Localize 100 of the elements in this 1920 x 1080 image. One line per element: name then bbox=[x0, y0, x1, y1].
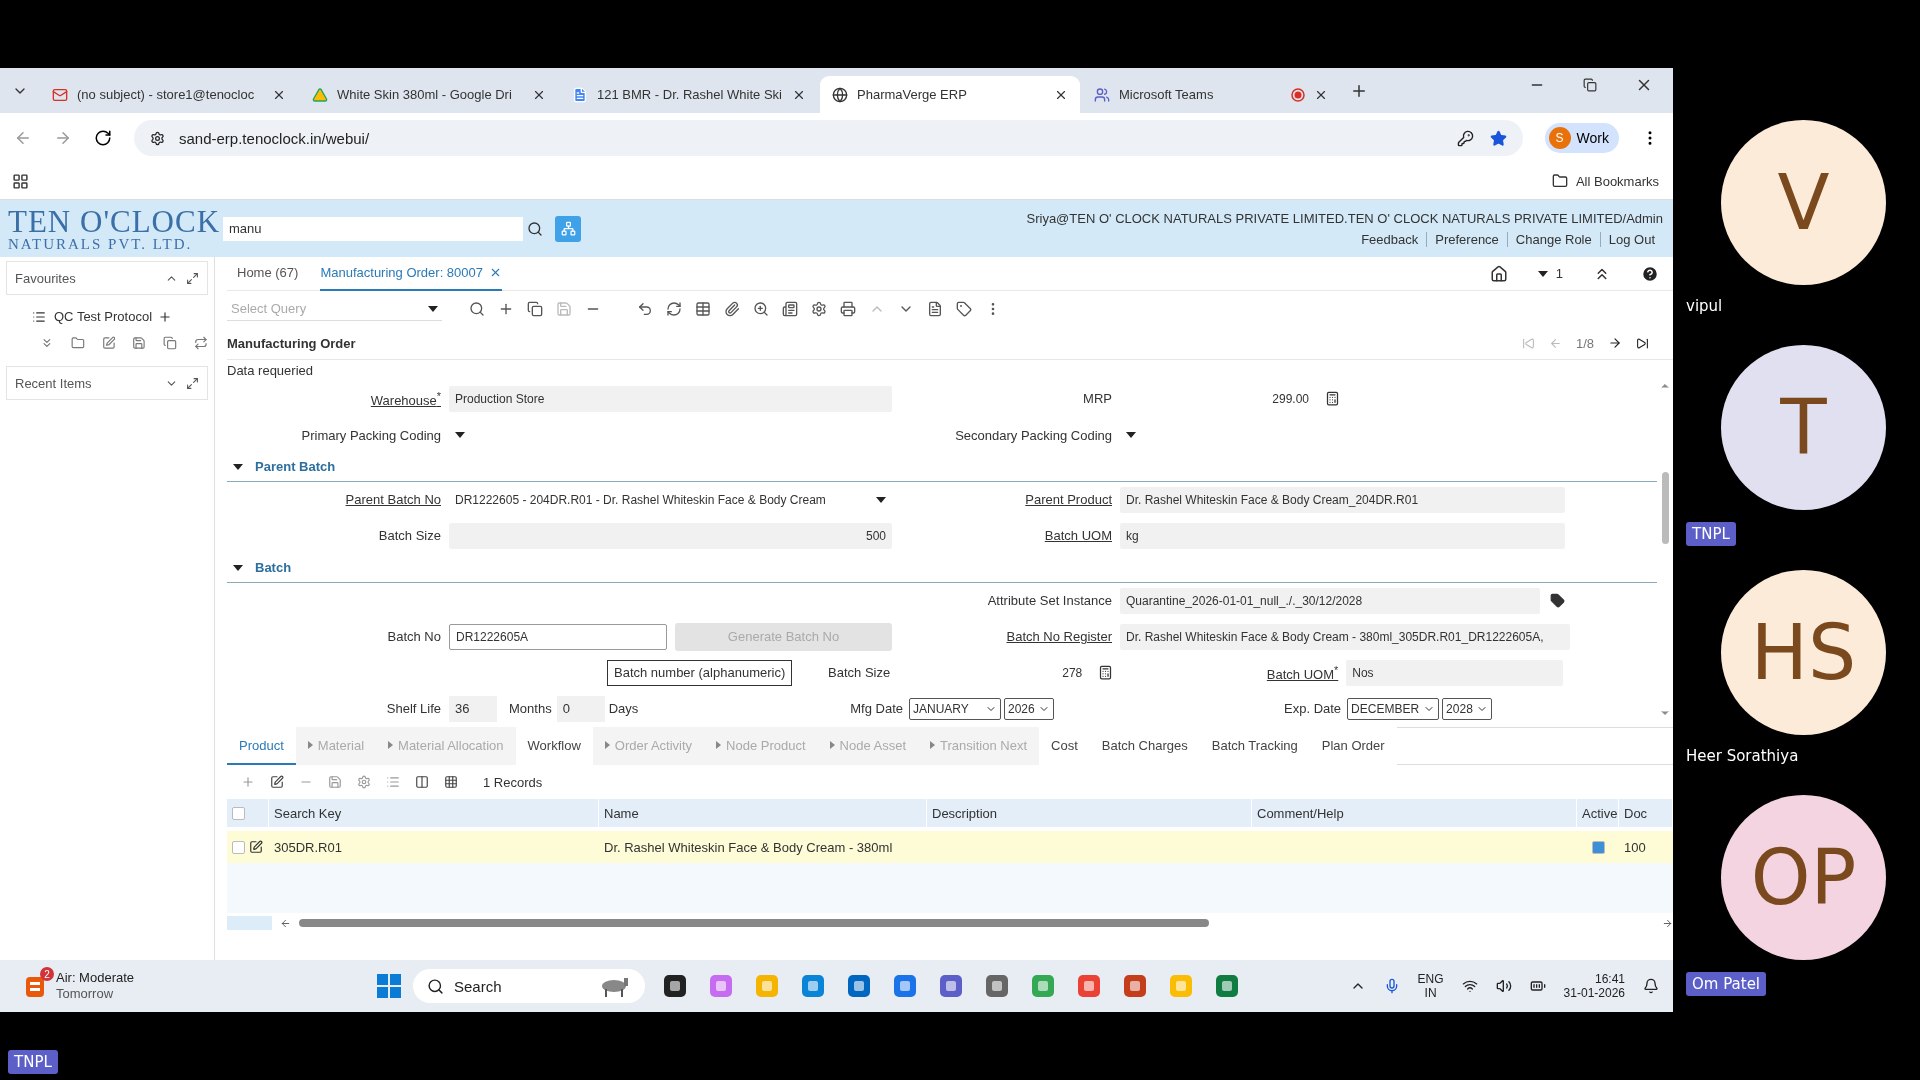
detail-tab[interactable]: Batch Tracking bbox=[1199, 727, 1310, 765]
taskbar-search[interactable]: Search bbox=[413, 969, 645, 1003]
bookmarks-folder[interactable]: All Bookmarks bbox=[1551, 173, 1659, 189]
language-indicator[interactable]: ENG IN bbox=[1417, 971, 1444, 1001]
search-field[interactable]: manu bbox=[223, 216, 523, 241]
repeat-icon[interactable] bbox=[194, 336, 208, 350]
filter-indicator[interactable]: 1 bbox=[1537, 266, 1563, 281]
field-link[interactable]: Warehouse$^{*}$ bbox=[370, 393, 441, 409]
save-icon[interactable] bbox=[328, 775, 342, 789]
section-header[interactable]: Batch bbox=[227, 553, 1657, 583]
notification-icon[interactable] bbox=[1643, 978, 1659, 994]
select-field[interactable]: 2028 bbox=[1442, 697, 1493, 720]
tag-icon[interactable] bbox=[956, 301, 972, 317]
attach-icon[interactable] bbox=[724, 301, 740, 317]
column-header[interactable]: Comment/Help bbox=[1252, 799, 1577, 827]
help-icon[interactable] bbox=[1641, 264, 1659, 283]
expand-icon[interactable] bbox=[186, 376, 199, 390]
scroll-left-icon[interactable] bbox=[280, 917, 291, 929]
home-icon[interactable] bbox=[1489, 264, 1508, 283]
add-icon[interactable] bbox=[498, 301, 514, 317]
field-link[interactable]: Batch UOM$^{*}$ bbox=[1266, 667, 1339, 682]
text-field[interactable]: kg bbox=[1120, 522, 1565, 549]
calculator-icon[interactable] bbox=[1325, 391, 1340, 407]
detail-tab[interactable]: Product bbox=[227, 727, 296, 765]
detail-tab[interactable]: Workflow bbox=[515, 727, 593, 765]
edit-icon[interactable] bbox=[249, 840, 263, 854]
document-icon[interactable] bbox=[927, 301, 943, 317]
checkbox[interactable] bbox=[232, 840, 245, 854]
text-field[interactable]: 500 bbox=[449, 522, 892, 549]
header-link[interactable]: Change Role bbox=[1506, 231, 1600, 247]
detail-tab[interactable]: Cost bbox=[1039, 727, 1090, 765]
apps-icon[interactable] bbox=[12, 172, 29, 190]
window-tab[interactable]: Manufacturing Order: 80007 bbox=[320, 256, 503, 291]
browser-tab[interactable]: White Skin 380ml - Google Dri bbox=[300, 76, 558, 113]
field-link[interactable]: Parent Batch No bbox=[345, 492, 441, 508]
input-field[interactable]: DR1222605A bbox=[449, 623, 667, 650]
header-link[interactable]: Preference bbox=[1426, 231, 1507, 247]
search-icon[interactable] bbox=[469, 301, 485, 317]
star-icon[interactable] bbox=[1489, 129, 1507, 147]
report-icon[interactable] bbox=[782, 301, 798, 317]
edit-icon[interactable] bbox=[270, 775, 284, 789]
browser-tab[interactable]: 121 BMR - Dr. Rashel White Ski bbox=[560, 76, 818, 113]
column-header[interactable]: Active bbox=[1577, 799, 1619, 827]
tag-icon[interactable] bbox=[1550, 593, 1565, 609]
refresh-icon[interactable] bbox=[666, 301, 682, 317]
weather-widget[interactable]: 2 Air: Moderate Tomorrow bbox=[22, 970, 377, 1002]
select-field[interactable]: JANUARY bbox=[909, 697, 1001, 720]
forward-icon[interactable] bbox=[54, 129, 72, 147]
copy-icon[interactable] bbox=[163, 336, 178, 350]
browser-tab[interactable]: Microsoft Teams bbox=[1082, 76, 1340, 113]
back-icon[interactable] bbox=[14, 129, 32, 147]
clock[interactable]: 16:41 31-01-2026 bbox=[1563, 971, 1625, 1001]
field-link[interactable]: Batch UOM bbox=[1044, 528, 1112, 544]
column-header[interactable]: Description bbox=[927, 799, 1252, 827]
select-field[interactable]: DECEMBER bbox=[1347, 697, 1440, 720]
favourite-item[interactable]: QC Test Protocol bbox=[32, 309, 153, 324]
checkbox[interactable] bbox=[232, 806, 245, 820]
field-link[interactable]: Batch No Register bbox=[1006, 629, 1112, 645]
column-header[interactable]: Name bbox=[599, 799, 927, 827]
grid-icon[interactable] bbox=[695, 301, 711, 317]
restore-icon[interactable] bbox=[1583, 77, 1597, 92]
detail-tab[interactable]: Plan Order bbox=[1309, 727, 1397, 765]
text-field[interactable]: Dr. Rashel Whiteskin Face & Body Cream_204DR.R01 bbox=[1120, 486, 1565, 513]
text-field[interactable]: Dr. Rashel Whiteskin Face & Body Cream - 380ml_305DR.R01_DR1222605A, bbox=[1120, 623, 1570, 650]
calculator-icon[interactable] bbox=[1098, 665, 1114, 681]
row-select-cell[interactable] bbox=[227, 831, 269, 863]
save-icon[interactable] bbox=[132, 336, 147, 350]
wifi-icon[interactable] bbox=[1461, 978, 1478, 994]
scrollbar-thumb[interactable] bbox=[1661, 472, 1669, 544]
site-settings-icon[interactable] bbox=[150, 130, 165, 146]
column-header[interactable]: Doc bbox=[1619, 799, 1673, 827]
text-field[interactable]: Production Store bbox=[449, 385, 892, 412]
header-link[interactable]: Log Out bbox=[1599, 231, 1663, 247]
print-icon[interactable] bbox=[840, 301, 856, 317]
column-header[interactable]: Search Key bbox=[269, 799, 599, 827]
browser-tab[interactable]: (no subject) - store1@tenocloc bbox=[40, 76, 298, 113]
zoom-icon[interactable] bbox=[753, 301, 769, 317]
settings-icon[interactable] bbox=[811, 301, 827, 317]
hierarchy-button[interactable] bbox=[555, 215, 581, 242]
detail-tab[interactable]: Batch Charges bbox=[1089, 727, 1200, 765]
text-field[interactable]: Quarantine_2026-01-01_null_./._30/12/2028 bbox=[1120, 587, 1540, 614]
speaker-icon[interactable] bbox=[1495, 978, 1512, 994]
profile-button[interactable]: S Work bbox=[1544, 123, 1619, 153]
window-tab[interactable]: Home (67) bbox=[237, 256, 299, 291]
field-link[interactable]: Parent Product bbox=[1025, 492, 1112, 508]
columns-icon[interactable] bbox=[415, 775, 429, 789]
copy-icon[interactable] bbox=[527, 301, 543, 317]
last-icon[interactable] bbox=[1636, 336, 1649, 350]
add-icon[interactable] bbox=[158, 309, 173, 324]
select-field[interactable]: 2026 bbox=[1004, 697, 1054, 720]
battery-icon[interactable] bbox=[1529, 978, 1546, 994]
scroll-right-icon[interactable] bbox=[1662, 917, 1673, 929]
header-link[interactable]: Feedback bbox=[1353, 231, 1427, 247]
browser-tab[interactable]: PharmaVerge ERP bbox=[820, 76, 1080, 113]
key-icon[interactable] bbox=[1456, 129, 1474, 147]
reload-icon[interactable] bbox=[94, 129, 112, 147]
address-bar[interactable]: sand-erp.tenoclock.in/webui/ bbox=[134, 120, 1523, 156]
section-header[interactable]: Parent Batch bbox=[227, 453, 1657, 482]
text-field[interactable]: Nos bbox=[1346, 659, 1564, 686]
text-field[interactable]: 0 bbox=[556, 695, 605, 722]
